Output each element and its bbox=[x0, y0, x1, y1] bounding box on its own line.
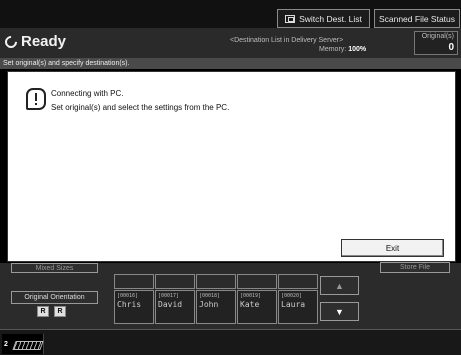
destination-slot[interactable] bbox=[196, 274, 236, 289]
destination-slot[interactable] bbox=[237, 274, 277, 289]
memory-label: Memory: bbox=[319, 46, 347, 53]
destination-entry-john[interactable]: [00018] John bbox=[196, 290, 236, 324]
dialog-message-primary: Connecting with PC. bbox=[51, 89, 124, 98]
destination-name: Chris bbox=[117, 300, 142, 309]
instruction-bar: Set original(s) and specify destination(… bbox=[0, 58, 461, 69]
destination-entry-david[interactable]: [00017] David bbox=[155, 290, 195, 324]
mixed-sizes-button[interactable]: Mixed Sizes bbox=[11, 263, 98, 273]
destination-code: [00020] bbox=[281, 293, 303, 299]
ready-status: Ready bbox=[2, 33, 67, 50]
destination-entry-kate[interactable]: [00019] Kate bbox=[237, 290, 277, 324]
originals-count: 0 bbox=[448, 42, 454, 53]
alert-icon bbox=[26, 88, 46, 110]
bottom-bar: 2 bbox=[0, 329, 461, 355]
destination-code: [00017] bbox=[158, 293, 180, 299]
destination-slot[interactable] bbox=[278, 274, 318, 289]
destination-name: John bbox=[199, 300, 219, 309]
scanned-file-status-label: Scanned File Status bbox=[378, 13, 456, 24]
connecting-dialog: Connecting with PC. Set original(s) and … bbox=[7, 71, 456, 262]
destination-slot[interactable] bbox=[114, 274, 154, 289]
top-bar: Switch Dest. List Scanned File Status bbox=[0, 0, 461, 28]
destination-entry-laura[interactable]: [00020] Laura bbox=[278, 290, 318, 324]
scanner-icon bbox=[12, 341, 44, 350]
memory-status: Memory: 100% bbox=[319, 46, 366, 53]
indicator-label: 2 bbox=[4, 341, 8, 348]
machine-indicator: 2 bbox=[2, 334, 44, 354]
original-orientation-button[interactable]: Original Orientation bbox=[11, 291, 98, 304]
scroll-up-button[interactable]: ▲ bbox=[320, 276, 359, 295]
destination-code: [00019] bbox=[240, 293, 262, 299]
destination-list-title: <Destination List in Delivery Server> bbox=[230, 37, 344, 44]
orientation-upright-icon[interactable]: R bbox=[37, 306, 49, 317]
scanned-file-status-button[interactable]: Scanned File Status bbox=[374, 9, 460, 28]
destination-code: [00016] bbox=[117, 293, 139, 299]
ready-icon bbox=[2, 33, 20, 50]
orientation-rotated-icon[interactable]: R bbox=[54, 306, 66, 317]
orientation-options: R R bbox=[37, 306, 66, 317]
originals-label: Original(s) bbox=[421, 33, 454, 40]
switch-dest-list-label: Switch Dest. List bbox=[299, 13, 362, 24]
dialog-message-secondary: Set original(s) and select the settings … bbox=[51, 103, 230, 112]
ready-label: Ready bbox=[21, 33, 67, 50]
switch-list-icon bbox=[285, 14, 296, 23]
originals-counter: Original(s) 0 bbox=[414, 31, 458, 55]
scroll-down-button[interactable]: ▼ bbox=[320, 302, 359, 321]
status-bar: Ready <Destination List in Delivery Serv… bbox=[0, 28, 461, 58]
switch-dest-list-button[interactable]: Switch Dest. List bbox=[277, 9, 370, 28]
store-file-button[interactable]: Store File bbox=[380, 262, 450, 273]
exit-button[interactable]: Exit bbox=[341, 239, 444, 257]
destination-slot[interactable] bbox=[155, 274, 195, 289]
destination-name: Kate bbox=[240, 300, 260, 309]
destination-code: [00018] bbox=[199, 293, 221, 299]
arrow-down-icon: ▼ bbox=[335, 306, 344, 317]
destination-name: Laura bbox=[281, 300, 306, 309]
arrow-up-icon: ▲ bbox=[335, 280, 344, 291]
memory-value: 100% bbox=[348, 46, 367, 53]
destination-name: David bbox=[158, 300, 183, 309]
destination-entry-chris[interactable]: [00016] Chris bbox=[114, 290, 154, 324]
